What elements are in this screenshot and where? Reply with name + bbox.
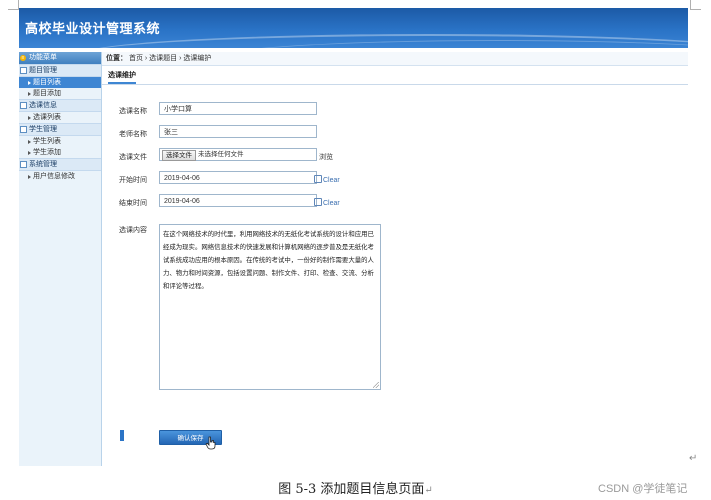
course-file-field: 选择文件 未选择任何文件 [159,148,317,161]
folder-icon [20,161,27,168]
sidebar-group-selection[interactable]: 选课信息 [19,99,101,112]
breadcrumb: 位置： 首页 › 选课题目 › 选课编护 [102,52,688,66]
sidebar-item-label: 学生列表 [33,138,61,145]
main-content: 位置： 首页 › 选课题目 › 选课编护 选课维护 选课名称 小学口算 老师名称… [102,52,688,466]
paragraph-mark: ↵ [689,453,698,464]
menu-icon: ≡ [20,55,26,61]
file-status-text: 未选择任何文件 [198,151,244,158]
breadcrumb-path[interactable]: 首页 › 选课题目 › 选课编护 [129,55,211,62]
sidebar-group-label: 学生管理 [29,126,57,133]
browse-link[interactable]: 浏览 [319,152,333,162]
folder-icon [20,126,27,133]
sidebar-group-topics[interactable]: 题目管理 [19,64,101,77]
sidebar-item-topic-list[interactable]: 题目列表 [19,77,101,88]
course-content-text: 在这个网络技术的时代里，利用网络技术的无纸化考试系统的设计和应用已经成为现实。网… [163,231,374,290]
tab-bar: 选课维护 [102,66,688,85]
sidebar-group-students[interactable]: 学生管理 [19,123,101,136]
sidebar-group-system[interactable]: 系统管理 [19,158,101,171]
end-time-label: 结束时间 [119,200,147,207]
sidebar-item-student-list[interactable]: 学生列表 [19,136,101,147]
breadcrumb-lead: 位置： [106,55,127,62]
row-marker [120,430,124,441]
course-content-textarea[interactable]: 在这个网络技术的时代里，利用网络技术的无纸化考试系统的设计和应用已经成为现实。网… [159,224,381,390]
sidebar-item-label: 题目添加 [33,90,61,97]
folder-icon [20,102,27,109]
app-screenshot: 高校毕业设计管理系统 ≡ 功能菜单 题目管理 题目列表 题目添加 选课信息 选课… [19,8,688,466]
sidebar-group-label: 题目管理 [29,67,57,74]
tab-course-maintenance[interactable]: 选课维护 [108,70,136,84]
caption-paragraph-mark: ↵ [424,485,433,496]
teacher-name-input[interactable]: 张三 [159,125,317,138]
sidebar: ≡ 功能菜单 题目管理 题目列表 题目添加 选课信息 选课列表 学生管理 学生列… [19,52,102,466]
course-content-label: 选课内容 [119,227,147,234]
sidebar-header: ≡ 功能菜单 [19,52,101,64]
course-name-label: 选课名称 [119,108,147,115]
figure-caption-text: 图 5-3 添加题目信息页面 [278,482,425,497]
app-title: 高校毕业设计管理系统 [25,21,161,36]
calendar-icon [314,175,322,183]
sidebar-item-label: 题目列表 [33,79,61,86]
document-corner-mark-left [8,0,19,10]
course-file-label: 选课文件 [119,154,147,161]
watermark: CSDN @学徒笔记 [598,483,688,495]
sidebar-item-user-info[interactable]: 用户信息修改 [19,171,101,182]
app-header: 高校毕业设计管理系统 [19,8,688,48]
sidebar-item-label: 选课列表 [33,114,61,121]
end-time-input[interactable]: 2019-04-06 [159,194,317,207]
choose-file-button[interactable]: 选择文件 [162,150,196,161]
clear-label: Clear [323,200,340,207]
folder-icon [20,67,27,74]
sidebar-group-label: 选课信息 [29,102,57,109]
document-corner-mark-right [690,0,701,10]
sidebar-item-selection-list[interactable]: 选课列表 [19,112,101,123]
start-time-clear-button[interactable]: Clear [314,175,340,184]
sidebar-item-topic-add[interactable]: 题目添加 [19,88,101,99]
sidebar-item-label: 用户信息修改 [33,173,75,180]
end-time-clear-button[interactable]: Clear [314,198,340,207]
sidebar-item-label: 学生添加 [33,149,61,156]
start-time-input[interactable]: 2019-04-06 [159,171,317,184]
sidebar-group-label: 系统管理 [29,161,57,168]
course-name-input[interactable]: 小学口算 [159,102,317,115]
hand-cursor-icon [205,436,216,450]
sidebar-header-label: 功能菜单 [29,54,57,61]
clear-label: Clear [323,177,340,184]
resize-handle-icon[interactable] [373,382,379,388]
teacher-name-label: 老师名称 [119,131,147,138]
course-form: 选课名称 小学口算 老师名称 张三 选课文件 选择文件 未选择任何文件 浏览 开… [102,84,688,464]
calendar-icon [314,198,322,206]
start-time-label: 开始时间 [119,177,147,184]
sidebar-item-student-add[interactable]: 学生添加 [19,147,101,158]
